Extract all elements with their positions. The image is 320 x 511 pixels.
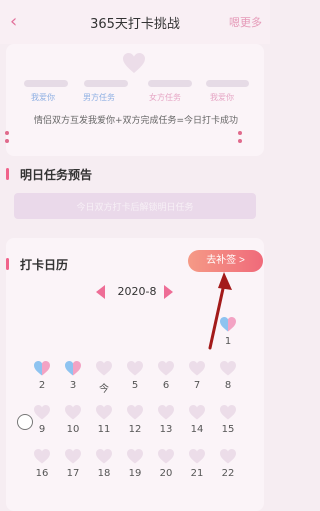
day-number: 20	[159, 468, 173, 479]
more-button[interactable]: 嗯更多	[229, 14, 262, 30]
heart-icon	[220, 317, 236, 332]
heart-icon	[34, 449, 50, 464]
step-label: 男方任务	[83, 93, 115, 102]
heart-icon	[96, 405, 112, 420]
calendar-day[interactable]: 3	[59, 360, 87, 394]
calendar-day[interactable]: 12	[121, 404, 149, 438]
heart-icon	[123, 53, 145, 73]
calendar-day[interactable]: 10	[59, 404, 87, 438]
day-number: 3	[69, 380, 77, 391]
calendar-day[interactable]: 20	[152, 448, 180, 482]
calendar-day[interactable]: 17	[59, 448, 87, 482]
day-number: 7	[193, 380, 201, 391]
step-label: 女方任务	[149, 93, 181, 102]
month-switcher: 2020-8	[90, 283, 180, 301]
heart-icon	[189, 449, 205, 464]
heart-icon	[158, 405, 174, 420]
heart-icon	[65, 405, 81, 420]
heart-icon	[189, 405, 205, 420]
calendar-day[interactable]: 19	[121, 448, 149, 482]
section-title: 明日任务预告	[20, 168, 93, 182]
day-number: 12	[128, 424, 142, 435]
floating-circle-button[interactable]	[17, 414, 33, 430]
calendar-day[interactable]: 16	[28, 448, 56, 482]
heart-icon	[96, 361, 112, 376]
step-bar	[84, 80, 128, 87]
day-number: 5	[131, 380, 139, 391]
day-number: 17	[66, 468, 80, 479]
day-number: 10	[66, 424, 80, 435]
step-bar	[24, 80, 68, 87]
step-label: 我爱你	[31, 93, 55, 102]
heart-icon	[220, 405, 236, 420]
day-number: 11	[97, 424, 111, 435]
step-label: 我爱你	[210, 93, 234, 102]
calendar-day[interactable]: 11	[90, 404, 118, 438]
calendar-day[interactable]: 5	[121, 360, 149, 394]
day-number: 18	[97, 468, 111, 479]
decor-dots	[5, 131, 17, 145]
day-number: 8	[224, 380, 232, 391]
calendar-day[interactable]: 13	[152, 404, 180, 438]
day-number: 15	[221, 424, 235, 435]
heart-icon	[34, 405, 50, 420]
decor-dots	[238, 131, 250, 145]
day-number: 今	[99, 384, 109, 395]
heart-icon	[158, 361, 174, 376]
calendar-day[interactable]: 18	[90, 448, 118, 482]
heart-icon	[127, 449, 143, 464]
day-number: 6	[162, 380, 170, 391]
heart-icon	[127, 361, 143, 376]
calendar-day[interactable]: 22	[214, 448, 242, 482]
heart-icon	[65, 449, 81, 464]
calendar-day[interactable]: 今	[90, 360, 118, 395]
heart-icon	[127, 405, 143, 420]
calendar-day[interactable]: 7	[183, 360, 211, 394]
heart-icon	[189, 361, 205, 376]
day-number: 1	[224, 336, 232, 347]
day-number: 16	[35, 468, 49, 479]
tomorrow-section-header: 明日任务预告	[6, 162, 264, 188]
day-number: 19	[128, 468, 142, 479]
heart-icon	[158, 449, 174, 464]
month-label: 2020-8	[117, 285, 157, 298]
top-bar: ‹ 365天打卡挑战 嗯更多	[0, 0, 270, 44]
step-bar	[148, 80, 192, 87]
heart-icon	[220, 361, 236, 376]
day-number: 21	[190, 468, 204, 479]
day-number: 22	[221, 468, 235, 479]
heart-icon	[65, 361, 81, 376]
heart-icon	[34, 361, 50, 376]
rule-text: 情侣双方互发我爱你+双方完成任务=今日打卡成功	[33, 116, 239, 126]
calendar-day[interactable]: 8	[214, 360, 242, 394]
calendar-day[interactable]: 21	[183, 448, 211, 482]
heart-icon	[220, 449, 236, 464]
heart-icon	[96, 449, 112, 464]
prev-month-icon[interactable]	[96, 285, 105, 299]
tomorrow-preview-box: 今日双方打卡后解锁明日任务	[14, 193, 256, 219]
progress-steps	[24, 80, 249, 88]
day-number: 2	[38, 380, 46, 391]
calendar-day[interactable]: 1	[214, 316, 242, 350]
day-number: 13	[159, 424, 173, 435]
resign-button[interactable]: 去补签 >	[188, 250, 263, 272]
step-labels: 我爱你 男方任务 女方任务 我爱你	[24, 92, 254, 104]
calendar-day[interactable]: 14	[183, 404, 211, 438]
calendar-day[interactable]: 2	[28, 360, 56, 394]
section-accent	[6, 258, 9, 270]
preview-text: 今日双方打卡后解锁明日任务	[76, 203, 194, 213]
section-accent	[6, 168, 9, 180]
calendar-day[interactable]: 15	[214, 404, 242, 438]
section-title: 打卡日历	[20, 258, 69, 272]
step-bar	[206, 80, 249, 87]
day-number: 14	[190, 424, 204, 435]
next-month-icon[interactable]	[164, 285, 173, 299]
calendar-day[interactable]: 6	[152, 360, 180, 394]
day-number: 9	[38, 424, 46, 435]
